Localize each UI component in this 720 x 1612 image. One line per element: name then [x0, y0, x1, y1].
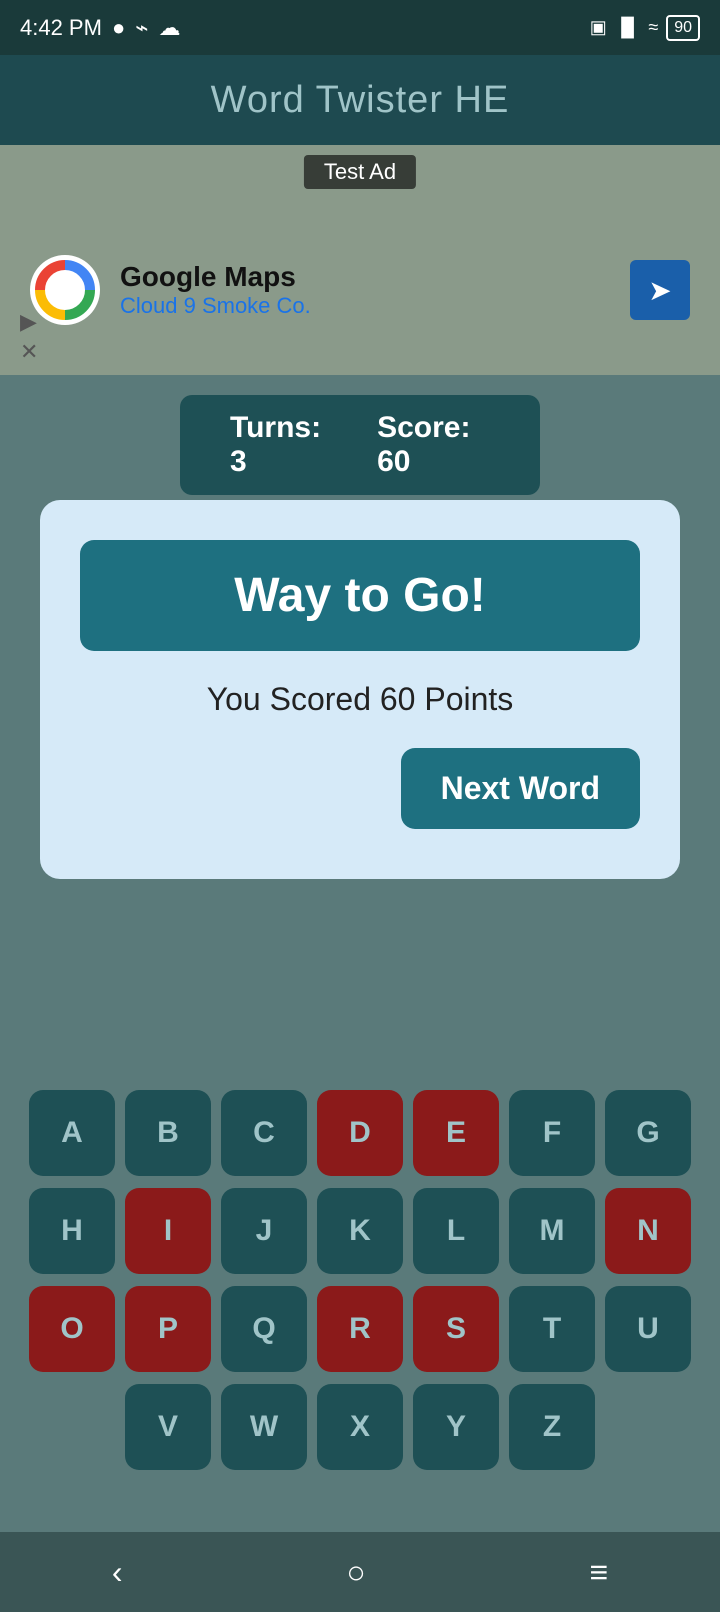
key-z[interactable]: Z: [509, 1384, 595, 1470]
key-x[interactable]: X: [317, 1384, 403, 1470]
keyboard-row: HIJKLMN: [10, 1188, 710, 1274]
cloud-icon: ☁: [158, 15, 180, 41]
key-q[interactable]: Q: [221, 1286, 307, 1372]
next-word-button[interactable]: Next Word: [401, 748, 640, 829]
app-title: Word Twister HE: [211, 79, 510, 122]
wifi-icon: ≈: [648, 17, 658, 38]
ad-content: Google Maps Cloud 9 Smoke Co. ➤: [0, 225, 720, 325]
score-bar: Turns: 3 Score: 60: [180, 395, 540, 495]
signal-icon: ▐▌: [615, 17, 641, 38]
keyboard-row: ABCDEFG: [10, 1090, 710, 1176]
ad-banner[interactable]: Test Ad Google Maps Cloud 9 Smoke Co. ➤ …: [0, 145, 720, 375]
key-h[interactable]: H: [29, 1188, 115, 1274]
key-a[interactable]: A: [29, 1090, 115, 1176]
keyboard-row: OPQRSTU: [10, 1286, 710, 1372]
key-b[interactable]: B: [125, 1090, 211, 1176]
status-bar: 4:42 PM ● ⌁ ☁ ▣ ▐▌ ≈ 90: [0, 0, 720, 55]
modal-banner-text: Way to Go!: [234, 569, 486, 622]
app-header: Word Twister HE: [0, 55, 720, 145]
key-p[interactable]: P: [125, 1286, 211, 1372]
key-o[interactable]: O: [29, 1286, 115, 1372]
time-display: 4:42 PM: [20, 15, 102, 41]
ad-close-icon[interactable]: ✕: [20, 339, 38, 365]
home-button[interactable]: ○: [346, 1554, 365, 1591]
menu-button[interactable]: ≡: [589, 1554, 608, 1591]
key-k[interactable]: K: [317, 1188, 403, 1274]
key-t[interactable]: T: [509, 1286, 595, 1372]
google-maps-logo: [30, 255, 100, 325]
usb-icon: ⌁: [135, 15, 148, 41]
key-r[interactable]: R: [317, 1286, 403, 1372]
ad-business: Cloud 9 Smoke Co.: [120, 293, 311, 319]
key-s[interactable]: S: [413, 1286, 499, 1372]
key-e[interactable]: E: [413, 1090, 499, 1176]
key-y[interactable]: Y: [413, 1384, 499, 1470]
nav-bar: ‹ ○ ≡: [0, 1532, 720, 1612]
keyboard-row: VWXYZ: [10, 1384, 710, 1470]
ad-app-name: Google Maps: [120, 261, 311, 293]
ad-left: Google Maps Cloud 9 Smoke Co.: [30, 255, 311, 325]
key-i[interactable]: I: [125, 1188, 211, 1274]
ad-arrow-icon[interactable]: ➤: [630, 260, 690, 320]
turns-display: Turns: 3: [230, 411, 327, 479]
battery-display: 90: [666, 15, 700, 41]
ad-text: Google Maps Cloud 9 Smoke Co.: [120, 261, 311, 319]
key-w[interactable]: W: [221, 1384, 307, 1470]
status-left: 4:42 PM ● ⌁ ☁: [20, 15, 180, 41]
ad-label: Test Ad: [304, 155, 416, 189]
ad-play-icon: ▶: [20, 309, 38, 335]
keyboard: ABCDEFG HIJKLMN OPQRSTU VWXYZ: [0, 1070, 720, 1490]
ad-bottom-icons: ▶ ✕: [20, 309, 38, 365]
status-right: ▣ ▐▌ ≈ 90: [590, 15, 700, 41]
back-button[interactable]: ‹: [112, 1554, 123, 1591]
modal-score-text: You Scored 60 Points: [80, 681, 640, 718]
key-g[interactable]: G: [605, 1090, 691, 1176]
vibrate-icon: ▣: [590, 17, 607, 38]
key-d[interactable]: D: [317, 1090, 403, 1176]
key-v[interactable]: V: [125, 1384, 211, 1470]
key-c[interactable]: C: [221, 1090, 307, 1176]
key-n[interactable]: N: [605, 1188, 691, 1274]
modal-banner: Way to Go!: [80, 540, 640, 651]
key-u[interactable]: U: [605, 1286, 691, 1372]
key-m[interactable]: M: [509, 1188, 595, 1274]
key-j[interactable]: J: [221, 1188, 307, 1274]
key-l[interactable]: L: [413, 1188, 499, 1274]
score-display: Score: 60: [377, 411, 490, 479]
whatsapp-icon: ●: [112, 15, 125, 41]
key-f[interactable]: F: [509, 1090, 595, 1176]
result-modal: Way to Go! You Scored 60 Points Next Wor…: [40, 500, 680, 879]
